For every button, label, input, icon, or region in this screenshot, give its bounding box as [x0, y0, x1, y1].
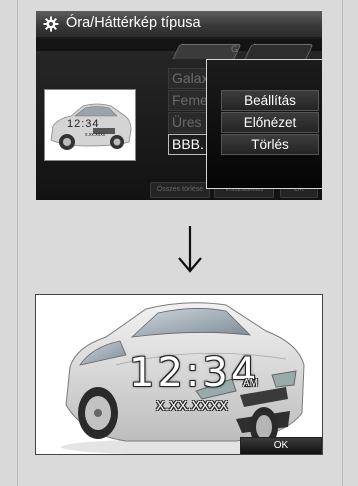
menu-item-delete[interactable]: Törlés	[221, 134, 319, 155]
tab-right[interactable]	[244, 44, 314, 59]
thumbnail-date: x.xx.xxxx	[85, 132, 106, 138]
menu-item-settings[interactable]: Beállítás	[221, 90, 319, 111]
context-menu-popup: Beállítás Előnézet Törlés	[206, 59, 322, 189]
preview-clock-time: 12:34	[129, 350, 260, 396]
menu-item-preview[interactable]: Előnézet	[221, 112, 319, 133]
title-bar: Óra/Háttérkép típusa	[36, 11, 322, 39]
screen-title: Óra/Háttérkép típusa	[66, 15, 201, 31]
wallpaper-thumbnail: 12:34 x.xx.xxxx	[44, 89, 136, 161]
preview-date: X.XX.XXXX	[156, 398, 229, 413]
preview-ampm: AM	[243, 378, 258, 389]
wallpaper-type-screen: Óra/Háttérkép típusa G 12:34 x.xx.xxxx G…	[36, 11, 322, 200]
thumbnail-time: 12:34	[67, 118, 100, 130]
ok-button[interactable]: OK	[240, 437, 322, 454]
tab-label: G	[231, 44, 239, 54]
wallpaper-preview-screen: 12:34 AM X.XX.XXXX OK	[35, 294, 323, 455]
down-arrow-icon	[178, 226, 202, 273]
delete-all-button[interactable]: Összes törlése	[150, 182, 210, 198]
gear-icon	[43, 16, 59, 32]
